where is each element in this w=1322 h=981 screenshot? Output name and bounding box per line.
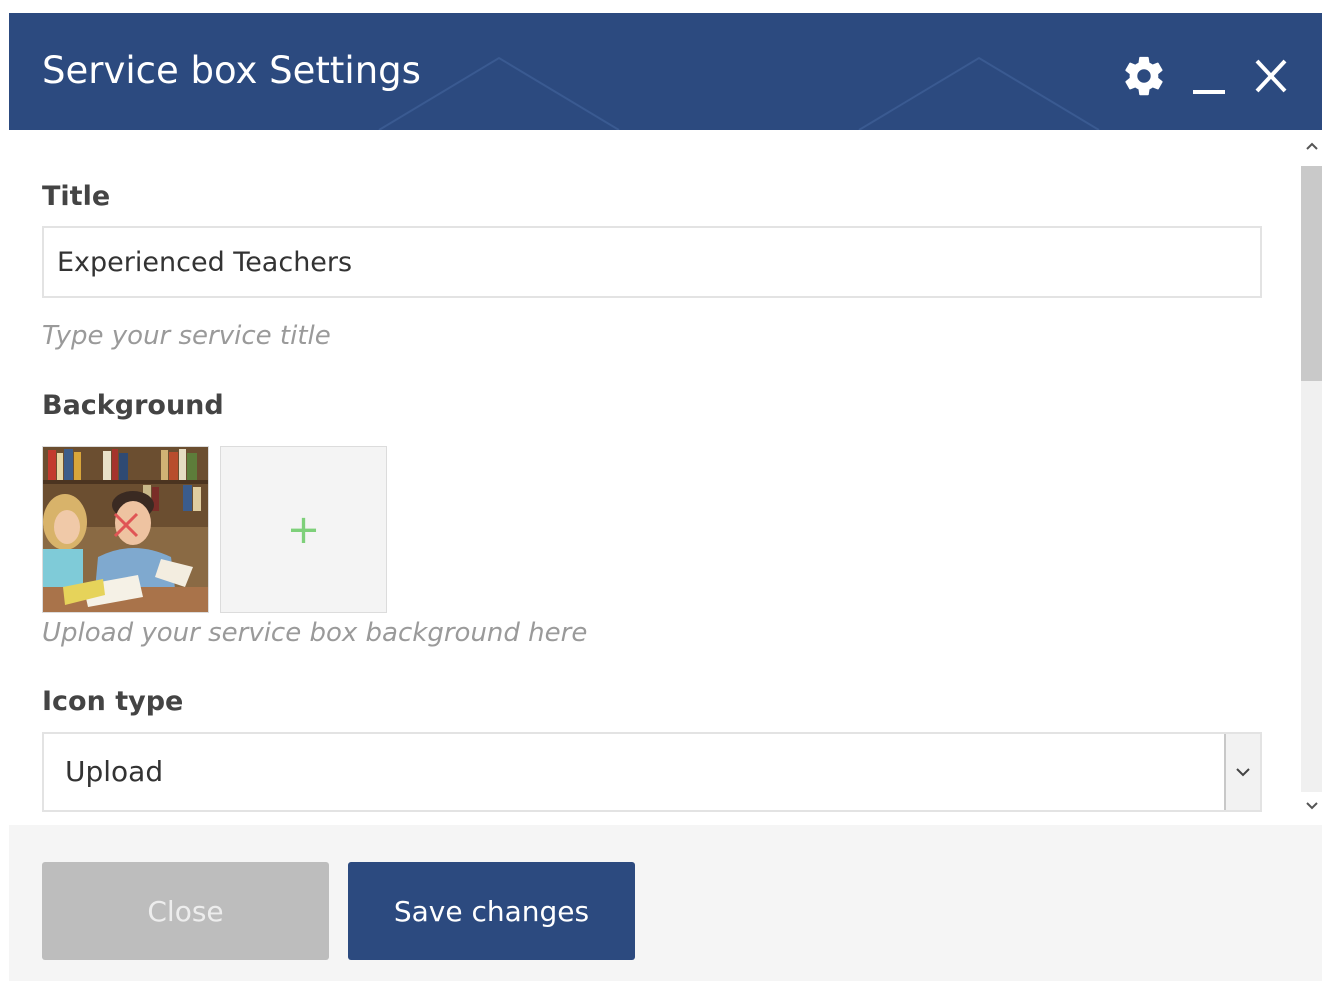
- background-image-thumbnail[interactable]: [42, 446, 209, 613]
- scroll-up-arrow-icon[interactable]: [1304, 138, 1320, 154]
- save-changes-button[interactable]: Save changes: [348, 862, 635, 960]
- icon-type-selected-value: Upload: [65, 755, 164, 788]
- dialog-body: Title Type your service title Background: [9, 130, 1322, 825]
- close-icon[interactable]: [1251, 53, 1291, 99]
- minimize-icon[interactable]: [1189, 53, 1229, 99]
- title-help-text: Type your service title: [42, 321, 331, 351]
- close-button[interactable]: Close: [42, 862, 329, 960]
- icon-type-select[interactable]: Upload: [42, 732, 1262, 812]
- add-background-button[interactable]: +: [220, 446, 387, 613]
- scrollbar-thumb[interactable]: [1301, 166, 1322, 381]
- gear-icon[interactable]: [1121, 53, 1167, 99]
- icon-type-label: Icon type: [42, 686, 184, 717]
- title-label: Title: [42, 181, 111, 212]
- dialog-footer: Close Save changes: [9, 825, 1322, 981]
- vertical-scrollbar[interactable]: [1301, 130, 1322, 825]
- dialog-title: Service box Settings: [42, 49, 421, 92]
- title-input[interactable]: [42, 226, 1262, 298]
- plus-icon: +: [286, 506, 321, 553]
- service-box-settings-dialog: Service box Settings Title Type your ser…: [9, 13, 1322, 981]
- remove-image-icon[interactable]: [111, 510, 141, 540]
- dialog-header: Service box Settings: [9, 13, 1322, 130]
- scroll-down-arrow-icon[interactable]: [1304, 798, 1320, 814]
- chevron-down-icon[interactable]: [1224, 734, 1260, 810]
- background-label: Background: [42, 390, 224, 421]
- background-help-text: Upload your service box background here: [42, 618, 588, 648]
